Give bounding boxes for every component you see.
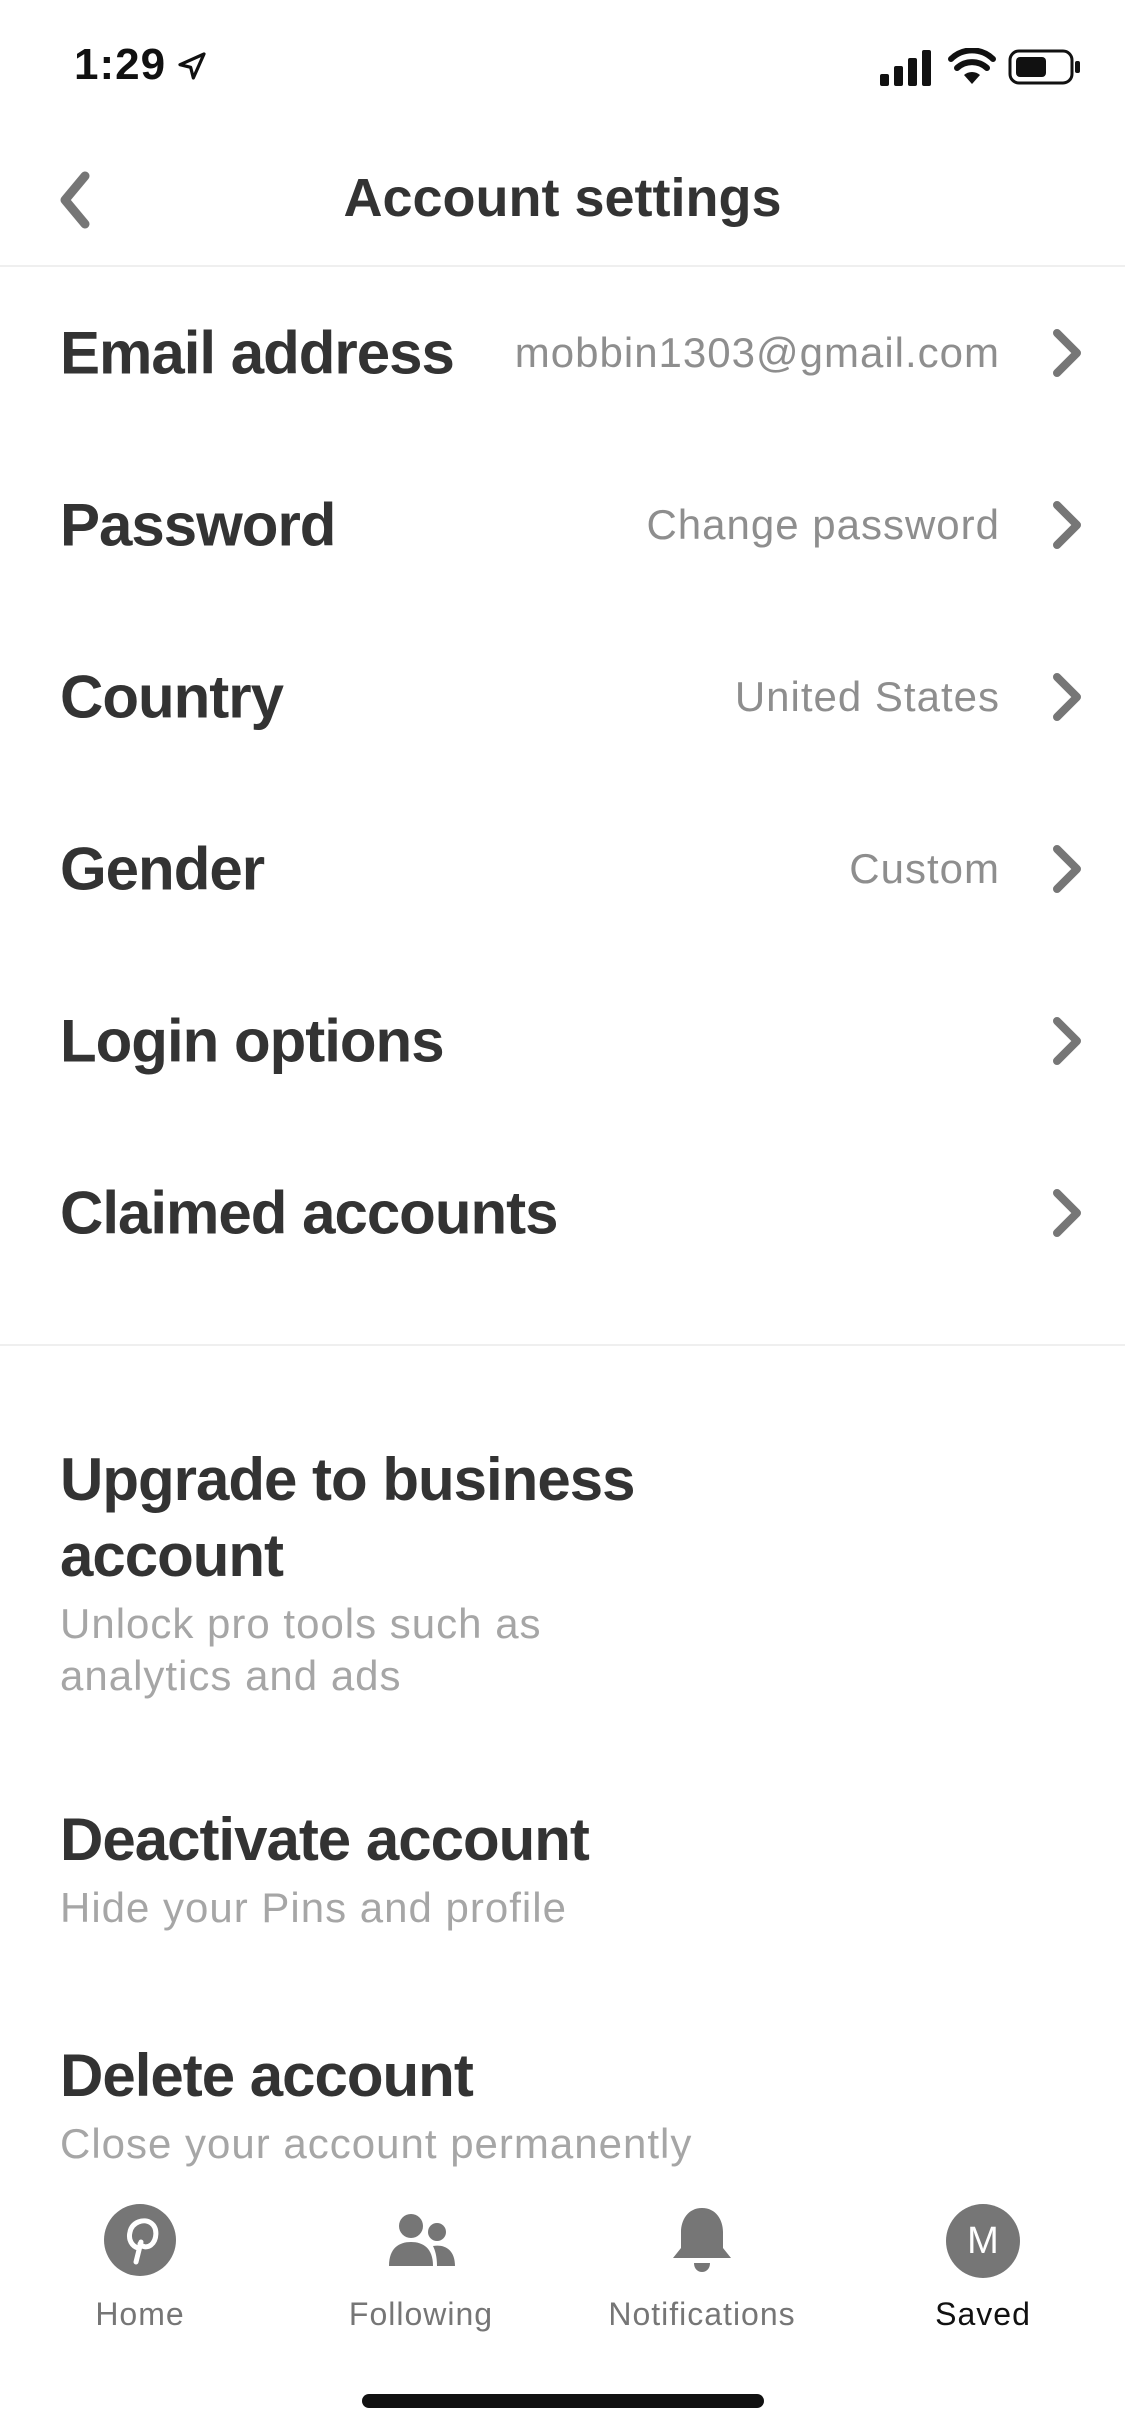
signal-icon <box>880 50 931 86</box>
row-label: Password <box>60 491 336 559</box>
password-row[interactable]: Password Change password <box>0 439 1125 611</box>
row-value: mobbin1303@gmail.com <box>514 329 1000 376</box>
chevron-right-icon <box>1053 1017 1081 1065</box>
action-title: Deactivate account <box>60 1806 590 1873</box>
tab-notifications[interactable]: Notifications <box>562 2202 842 2332</box>
action-description: Unlock pro tools such as analytics and a… <box>60 1600 542 1699</box>
chevron-right-icon <box>1053 329 1081 377</box>
chevron-right-icon <box>1053 673 1081 721</box>
tab-saved[interactable]: M Saved <box>843 2202 1123 2332</box>
section-divider <box>0 1344 1125 1346</box>
row-label: Login options <box>60 1007 445 1075</box>
row-label: Gender <box>60 835 265 903</box>
tab-label: Home <box>95 2296 185 2332</box>
battery-icon <box>1008 49 1080 85</box>
location-arrow-icon <box>178 52 206 80</box>
navigation-header: Account settings <box>0 135 1125 267</box>
tab-label: Notifications <box>608 2296 796 2332</box>
delete-account-item[interactable]: Delete account Close your account perman… <box>60 2038 860 2170</box>
row-label: Country <box>60 663 284 731</box>
country-row[interactable]: Country United States <box>0 611 1125 783</box>
wifi-icon <box>948 48 996 84</box>
row-label: Claimed accounts <box>60 1179 558 1247</box>
status-bar: 1:29 <box>0 0 1125 135</box>
row-value: United States <box>734 673 1000 720</box>
row-value: Custom <box>849 845 1000 892</box>
pinterest-icon <box>104 2204 176 2276</box>
tab-label: Saved <box>935 2296 1031 2332</box>
home-indicator <box>362 2394 764 2408</box>
chevron-right-icon <box>1053 845 1081 893</box>
action-description: Close your account permanently <box>60 2120 693 2167</box>
row-value: Change password <box>646 501 1000 548</box>
login-options-row[interactable]: Login options <box>0 955 1125 1127</box>
chevron-right-icon <box>1053 501 1081 549</box>
row-label: Email address <box>60 319 455 387</box>
action-description: Hide your Pins and profile <box>60 1884 567 1931</box>
action-title: Upgrade to business account <box>60 1446 635 1589</box>
gender-row[interactable]: Gender Custom <box>0 783 1125 955</box>
tab-following[interactable]: Following <box>281 2202 561 2332</box>
tab-home[interactable]: Home <box>0 2202 280 2332</box>
bell-icon <box>673 2208 731 2272</box>
page-title: Account settings <box>343 168 782 228</box>
deactivate-account-item[interactable]: Deactivate account Hide your Pins and pr… <box>60 1802 860 1934</box>
email-address-row[interactable]: Email address mobbin1303@gmail.com <box>0 267 1125 439</box>
avatar: M <box>946 2204 1020 2278</box>
status-time: 1:29 <box>74 40 167 89</box>
people-icon <box>389 2214 455 2266</box>
action-title: Delete account <box>60 2042 474 2109</box>
tab-label: Following <box>348 2296 494 2332</box>
upgrade-business-account-item[interactable]: Upgrade to business account Unlock pro t… <box>60 1442 720 1702</box>
account-settings-list: Email address mobbin1303@gmail.com Passw… <box>0 267 1125 1299</box>
chevron-right-icon <box>1053 1189 1081 1237</box>
claimed-accounts-row[interactable]: Claimed accounts <box>0 1127 1125 1299</box>
